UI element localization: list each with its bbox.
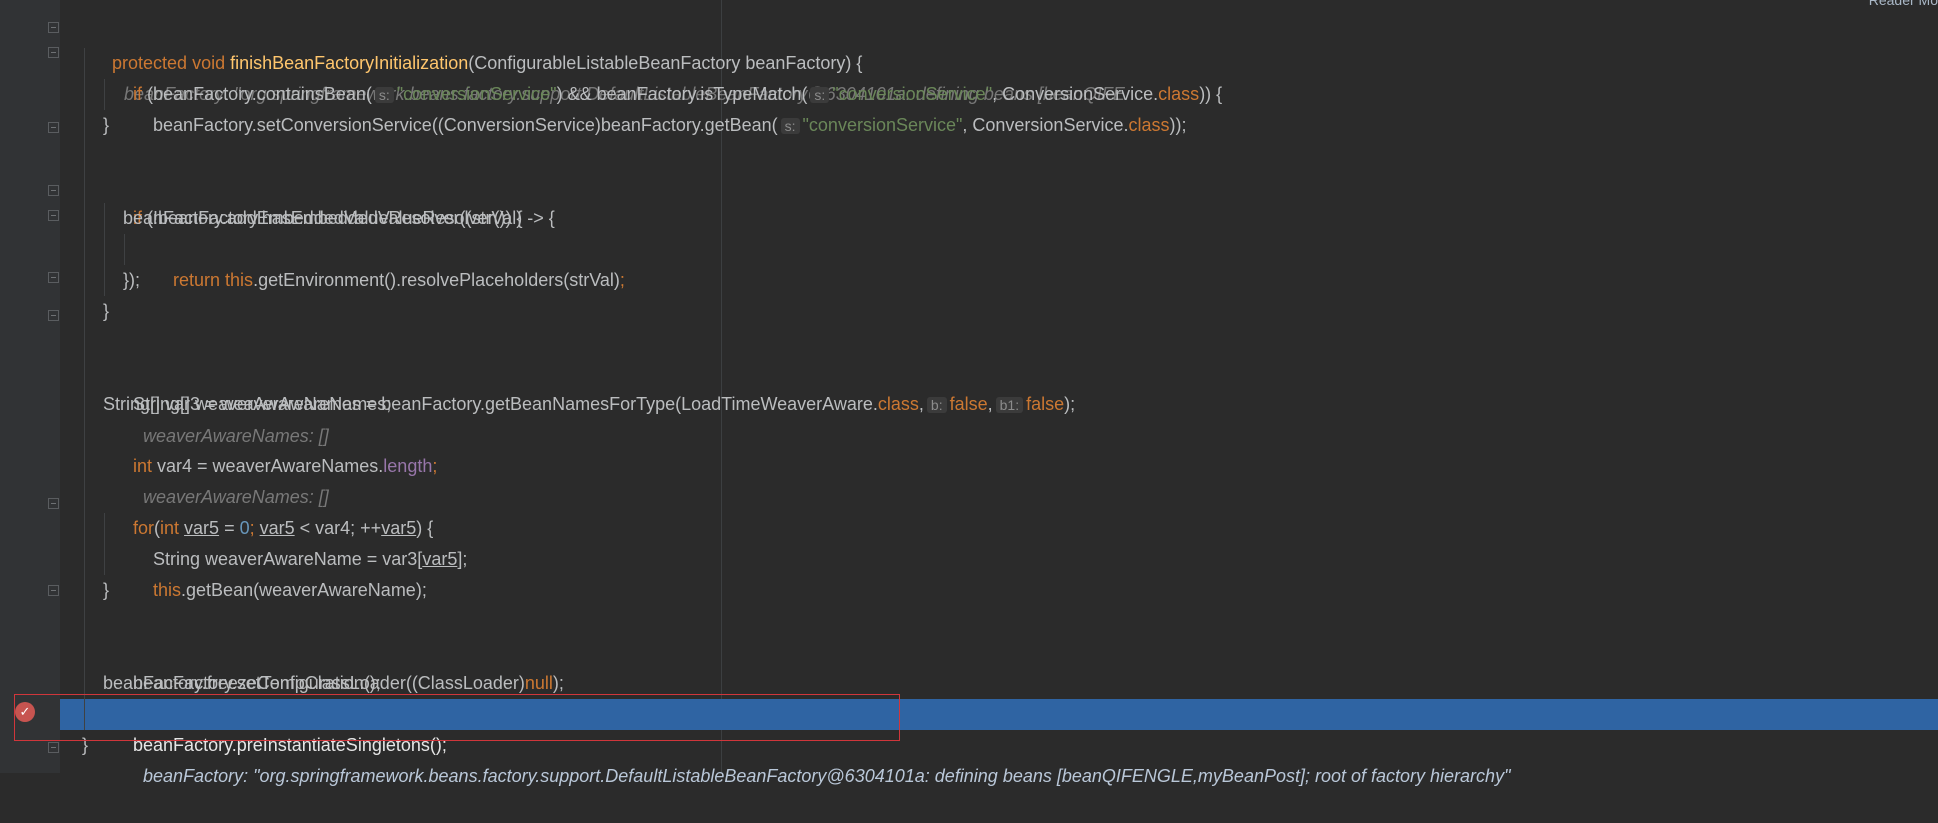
code-line-15[interactable] [60, 451, 1938, 482]
code-line-17[interactable]: String weaverAwareName = var3[var5]; [60, 513, 1938, 569]
indent-guide [84, 482, 85, 513]
code-line-14[interactable]: int var4 = weaverAwareNames.length; weav… [60, 420, 1938, 507]
indent-guide [104, 234, 105, 265]
breakpoint-check-icon[interactable]: ✓ [15, 702, 35, 722]
code-text: } [103, 115, 110, 135]
code-text: } [103, 580, 110, 600]
indent-guide [84, 110, 85, 141]
indent-guide [104, 513, 105, 544]
fold-marker-icon[interactable] [48, 47, 59, 58]
code-text: } [103, 301, 110, 321]
fold-marker-icon[interactable] [48, 185, 59, 196]
indent-guide [84, 451, 85, 482]
indent-guide [84, 389, 85, 420]
indent-guide [84, 358, 85, 389]
fold-marker-icon[interactable] [48, 585, 59, 596]
code-text: }); [123, 270, 141, 290]
code-text: String[] var3 = weaverAwareNames; [103, 394, 392, 414]
indent-guide [104, 544, 105, 575]
code-line-22[interactable]: beanFactory.freezeConfiguration(); [60, 668, 1938, 699]
indent-guide [104, 265, 105, 296]
indent-guide [84, 234, 85, 265]
fold-marker-icon[interactable] [48, 22, 59, 33]
code-line-1[interactable]: protected void finishBeanFactoryInitiali… [60, 17, 1938, 104]
indent-guide [84, 575, 85, 606]
code-editor[interactable]: Reader Mo protected void finishBeanFacto… [60, 0, 1938, 786]
fold-marker-icon[interactable] [48, 498, 59, 509]
indent-guide [104, 203, 105, 234]
fold-marker-icon[interactable] [48, 210, 59, 221]
code-line-12[interactable]: String[] weaverAwareNames = beanFactory.… [60, 358, 1938, 446]
indent-guide [84, 79, 85, 110]
reader-mode-label[interactable]: Reader Mo [1869, 0, 1938, 8]
code-line-18[interactable]: this.getBean(weaverAwareName); [60, 544, 1938, 600]
indent-guide [84, 637, 85, 668]
indent-guide [84, 606, 85, 637]
code-line-7[interactable]: beanFactory.addEmbeddedValueResolver((st… [60, 203, 1938, 234]
indent-guide [84, 544, 85, 575]
fold-marker-icon[interactable] [48, 122, 59, 133]
indent-guide [84, 420, 85, 451]
code-line-10[interactable]: } [60, 296, 1938, 327]
indent-guide [84, 141, 85, 172]
code-line-16[interactable]: for(int var5 = 0; var5 < var4; ++var5) { [60, 482, 1938, 538]
code-text: beanFactory.addEmbeddedValueResolver((st… [123, 208, 555, 228]
fold-marker-icon[interactable] [48, 742, 59, 753]
indent-guide [104, 79, 105, 110]
indent-guide [84, 513, 85, 544]
indent-guide [84, 327, 85, 358]
code-line-6[interactable]: if (!beanFactory.hasEmbeddedValueResolve… [60, 172, 1938, 228]
indent-guide [84, 48, 85, 79]
fold-marker-icon[interactable] [48, 310, 59, 321]
code-line-5[interactable] [60, 141, 1938, 172]
code-line-9[interactable]: }); [60, 265, 1938, 296]
indent-guide [124, 234, 125, 265]
code-text: } [82, 735, 89, 755]
code-line-8[interactable]: return this.getEnvironment().resolvePlac… [60, 234, 1938, 290]
indent-guide [84, 668, 85, 699]
editor-gutter[interactable]: ✓ [0, 0, 60, 773]
indent-guide [84, 296, 85, 327]
code-line-2[interactable]: if (beanFactory.containsBean(s: "conversi… [60, 48, 1938, 104]
inline-debug-value: beanFactory: "org.springframework.beans.… [143, 766, 1511, 786]
code-line-24[interactable]: } [60, 730, 1938, 761]
code-line-19[interactable]: } [60, 575, 1938, 606]
indent-guide [84, 203, 85, 234]
code-line-3[interactable]: beanFactory.setConversionService((Conver… [60, 79, 1938, 135]
indent-guide [84, 699, 85, 730]
code-line-20[interactable] [60, 606, 1938, 637]
indent-guide [84, 265, 85, 296]
code-line-13[interactable]: String[] var3 = weaverAwareNames; [60, 389, 1938, 420]
code-line-21[interactable]: beanFactory.setTempClassLoader((ClassLoa… [60, 637, 1938, 693]
indent-guide [84, 172, 85, 203]
code-text: beanFactory.freezeConfiguration(); [103, 673, 381, 693]
current-execution-line[interactable]: beanFactory.preInstantiateSingletons(); … [60, 699, 1938, 786]
code-line-4[interactable]: } [60, 110, 1938, 141]
code-line-11[interactable] [60, 327, 1938, 358]
fold-marker-icon[interactable] [48, 272, 59, 283]
